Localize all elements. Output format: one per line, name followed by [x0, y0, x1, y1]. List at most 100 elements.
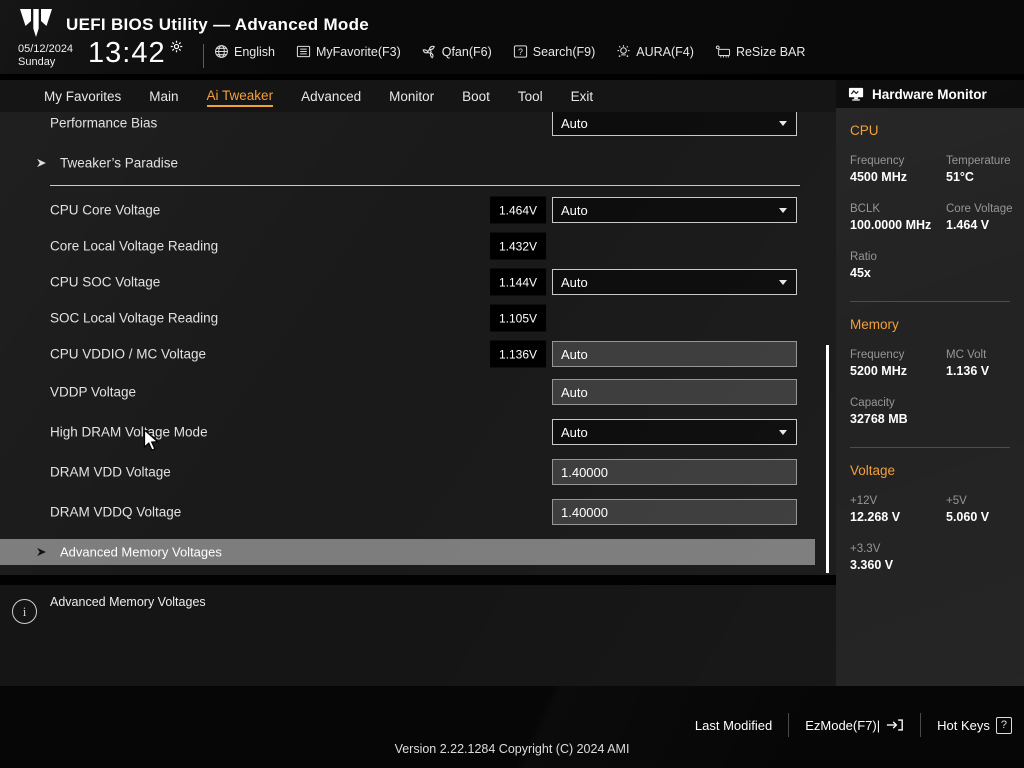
hm-section-title: Memory [850, 317, 899, 332]
hm-stat-value: 1.464 V [946, 218, 990, 232]
dropdown-high-dram-voltage-mode[interactable]: Auto [552, 419, 797, 445]
submenu-arrow-icon [36, 158, 47, 169]
tab-boot[interactable]: Boot [462, 86, 490, 106]
hm-stat-temperature: Temperature 51°C [946, 155, 1013, 184]
setting-label: Performance Bias [50, 115, 158, 131]
last-modified-button[interactable]: Last Modified [695, 718, 772, 733]
description-text: Advanced Memory Voltages [50, 595, 206, 609]
hm-stat-value: 5.060 V [946, 510, 990, 524]
setting-row-dram-vddq-voltage: DRAM VDDQ Voltage 1.40000 [0, 492, 836, 532]
tab-main[interactable]: Main [149, 86, 178, 106]
reading-cpu-core-voltage: 1.464V [490, 196, 546, 224]
scrollbar-thumb[interactable] [826, 345, 829, 573]
hm-section-title: CPU [850, 123, 879, 138]
toolbar-item-myfavorite-f3[interactable]: MyFavorite(F3) [296, 44, 401, 59]
input-value: Auto [561, 346, 588, 362]
setting-row-advanced-memory-voltages[interactable]: Advanced Memory Voltages [0, 539, 815, 565]
hm-stat-frequency: Frequency 4500 MHz [850, 155, 946, 184]
clock-display: 13:42 [88, 37, 166, 69]
fan-icon [422, 44, 437, 59]
hardware-monitor-body: CPU Frequency 4500 MHz Temperature 51°C BCLK 1… [836, 123, 1024, 572]
toolbar-item-resize-bar[interactable]: ReSize BAR [715, 45, 805, 59]
hm-stat-value: 3.360 V [850, 558, 894, 572]
setting-label: DRAM VDD Voltage [50, 464, 171, 480]
setting-row-core-local-voltage-reading: Core Local Voltage Reading 1.432V [0, 228, 836, 264]
footer-cluster: Last Modified EzMode(F7)| Hot Keys ? [695, 713, 1012, 737]
hm-stat-3-3v: +3.3V 3.360 V [850, 543, 946, 572]
reading-cpu-vddio-mc-voltage: 1.136V [490, 340, 546, 368]
exit-to-ezmode-icon [886, 718, 904, 732]
bottom-bar: Last Modified EzMode(F7)| Hot Keys ? Ver… [0, 686, 1024, 768]
setting-row-cpu-core-voltage: CPU Core Voltage 1.464V Auto [0, 192, 836, 228]
titlebar: UEFI BIOS Utility — Advanced Mode 05/12/… [0, 0, 1024, 74]
setting-label: VDDP Voltage [50, 384, 137, 400]
hm-stat-value: 51°C [946, 170, 974, 184]
info-icon: i [12, 599, 37, 624]
hm-stat-value: 12.268 V [850, 510, 901, 524]
tab-exit[interactable]: Exit [571, 86, 594, 106]
submenu-arrow-icon [36, 547, 47, 558]
input-cpu-vddio-mc-voltage[interactable]: Auto [552, 341, 797, 367]
hm-section-voltage: Voltage +12V 12.268 V +5V 5.060 V +3.3V 3.360 … [850, 447, 1010, 572]
input-vddp-voltage[interactable]: Auto [552, 379, 797, 405]
settings-divider [50, 185, 800, 186]
setting-label: Tweaker’s Paradise [60, 155, 179, 171]
tab-monitor[interactable]: Monitor [389, 86, 434, 106]
tab-my-favorites[interactable]: My Favorites [44, 86, 121, 106]
hm-section-memory: Memory Frequency 5200 MHz MC Volt 1.136 V Cap… [850, 301, 1010, 426]
hm-section-title: Voltage [850, 463, 896, 478]
tuf-logo-icon [18, 8, 54, 43]
hm-stat-label: Capacity [850, 397, 895, 409]
tab-tool[interactable]: Tool [518, 86, 543, 106]
footer-separator [788, 713, 790, 737]
hm-stat-value: 45x [850, 266, 871, 280]
input-dram-vdd-voltage[interactable]: 1.40000 [552, 459, 797, 485]
ezmode-button[interactable]: EzMode(F7)| [805, 718, 904, 733]
version-text: Version 2.22.1284 Copyright (C) 2024 AMI [394, 742, 630, 756]
dropdown-cpu-core-voltage[interactable]: Auto [552, 197, 797, 223]
hm-stat-label: Frequency [850, 349, 905, 361]
settings-panel: Performance Bias Auto Tweaker’s Paradise CP… [0, 112, 836, 575]
tab-ai-tweaker[interactable]: Ai Tweaker [206, 85, 274, 107]
setting-row-tweaker-s-paradise[interactable]: Tweaker’s Paradise [0, 143, 836, 183]
clock-settings-gear-icon[interactable] [170, 40, 183, 58]
toolbar-item-label: MyFavorite(F3) [316, 44, 401, 59]
svg-text:?: ? [518, 47, 523, 57]
hm-stat-label: BCLK [850, 203, 881, 215]
hm-stat-12v: +12V 12.268 V [850, 495, 946, 524]
hm-stat-mc-volt: MC Volt 1.136 V [946, 349, 1010, 378]
setting-label: Advanced Memory Voltages [60, 544, 222, 560]
setting-label: CPU VDDIO / MC Voltage [50, 346, 207, 362]
setting-label: DRAM VDDQ Voltage [50, 504, 182, 520]
menu-tabs: My Favorites Main Ai Tweaker Advanced Monito… [0, 80, 836, 112]
hm-stat-label: +12V [850, 495, 878, 507]
hot-keys-question-icon: ? [995, 716, 1012, 734]
hm-stat-value: 4500 MHz [850, 170, 907, 184]
toolbar-item-search-f9[interactable]: ? Search(F9) [513, 44, 595, 59]
chip-icon [715, 44, 731, 59]
setting-row-performance-bias: Performance Bias Auto [0, 112, 836, 143]
toolbar-item-aura-f4[interactable]: AURA(F4) [616, 44, 694, 59]
dropdown-performance-bias[interactable]: Auto [552, 112, 797, 136]
hm-stat-capacity: Capacity 32768 MB [850, 397, 946, 426]
toolbar-item-qfan-f6[interactable]: Qfan(F6) [422, 44, 492, 59]
input-dram-vddq-voltage[interactable]: 1.40000 [552, 499, 797, 525]
hm-stat-label: MC Volt [946, 349, 987, 361]
setting-label: CPU Core Voltage [50, 202, 161, 218]
dropdown-cpu-soc-voltage[interactable]: Auto [552, 269, 797, 295]
reading-soc-local-voltage-reading: 1.105V [490, 304, 546, 332]
bios-screen: UEFI BIOS Utility — Advanced Mode 05/12/… [0, 0, 1024, 768]
tab-advanced[interactable]: Advanced [301, 86, 361, 106]
hm-stat-label: Core Voltage [946, 203, 1013, 215]
setting-row-cpu-soc-voltage: CPU SOC Voltage 1.144V Auto [0, 264, 836, 300]
titlebar-separator [203, 44, 204, 68]
toolbar-item-label: Qfan(F6) [441, 44, 492, 59]
hardware-monitor-title: Hardware Monitor [872, 86, 987, 102]
hot-keys-button[interactable]: Hot Keys ? [937, 716, 1012, 734]
hm-section-cpu: CPU Frequency 4500 MHz Temperature 51°C BCLK 1… [850, 123, 1013, 280]
description-area: i Advanced Memory Voltages [0, 585, 836, 686]
hm-stat-ratio: Ratio 45x [850, 251, 946, 280]
aura-lamp-icon [616, 44, 631, 59]
hot-keys-label: Hot Keys [937, 717, 990, 733]
toolbar-item-english[interactable]: English [214, 44, 275, 59]
